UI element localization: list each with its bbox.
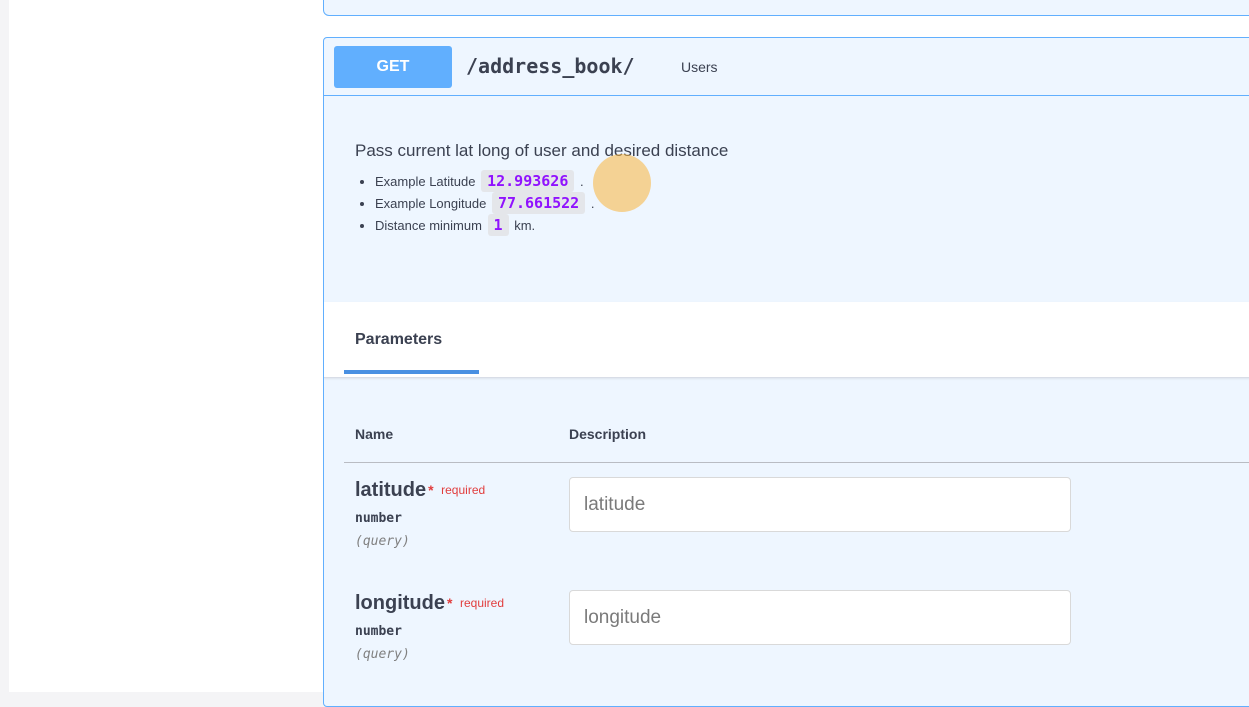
- parameter-name: longitude * required: [355, 592, 504, 614]
- left-pane: [9, 0, 313, 692]
- description-lead: Pass current lat long of user and desire…: [355, 141, 729, 160]
- operation-summary[interactable]: GET /address_book/ Users: [324, 38, 1249, 96]
- list-item-suffix: .: [590, 196, 595, 211]
- list-item-suffix: .: [579, 174, 584, 189]
- latitude-input[interactable]: [569, 477, 1071, 532]
- parameter-type: number: [355, 511, 402, 526]
- parameter-row-longitude: longitude * required number (query): [344, 576, 1249, 689]
- parameter-type: number: [355, 624, 402, 639]
- column-header-description: Description: [569, 426, 647, 442]
- tab-parameters[interactable]: Parameters: [344, 324, 479, 374]
- parameter-row-latitude: latitude * required number (query): [344, 463, 1249, 576]
- required-asterisk: *: [446, 595, 453, 611]
- list-item: Distance minimum 1 km.: [375, 214, 1235, 236]
- code-value: 12.993626: [481, 170, 575, 192]
- parameter-name-text: longitude: [355, 592, 445, 614]
- parameter-name-text: latitude: [355, 479, 427, 501]
- operation-block: GET /address_book/ Users Pass current la…: [323, 37, 1249, 707]
- longitude-input[interactable]: [569, 590, 1071, 645]
- operation-path[interactable]: /address_book/: [466, 52, 635, 80]
- operation-description: Pass current lat long of user and desire…: [355, 140, 1235, 236]
- list-item: Example Longitude 77.661522 .: [375, 192, 1235, 214]
- code-value: 77.661522: [491, 192, 586, 214]
- required-label: required: [441, 483, 486, 497]
- list-item-suffix: km.: [514, 218, 536, 233]
- parameters-table-header: Name Description: [344, 410, 1249, 463]
- code-value: 1: [487, 214, 509, 236]
- parameter-location: (query): [355, 534, 410, 549]
- required-asterisk: *: [428, 482, 434, 498]
- list-item-label: Example Longitude: [375, 196, 487, 211]
- list-item-label: Example Latitude: [375, 174, 476, 189]
- parameter-name: latitude * required: [355, 479, 485, 501]
- operation-summary-text: Users: [681, 59, 718, 75]
- description-list: Example Latitude 12.993626 . Example Lon…: [355, 170, 1235, 236]
- parameters-table: Name Description latitude * required numb…: [344, 410, 1249, 689]
- parameters-header: Parameters: [324, 302, 1249, 378]
- list-item-label: Distance minimum: [375, 218, 482, 233]
- tab-parameters-label: Parameters: [355, 331, 443, 348]
- list-item: Example Latitude 12.993626 .: [375, 170, 1235, 192]
- parameter-location: (query): [355, 647, 410, 662]
- previous-operation-block[interactable]: [323, 0, 1249, 16]
- get-method-badge[interactable]: GET: [334, 46, 452, 88]
- required-label: required: [460, 596, 505, 610]
- column-header-name: Name: [355, 426, 394, 442]
